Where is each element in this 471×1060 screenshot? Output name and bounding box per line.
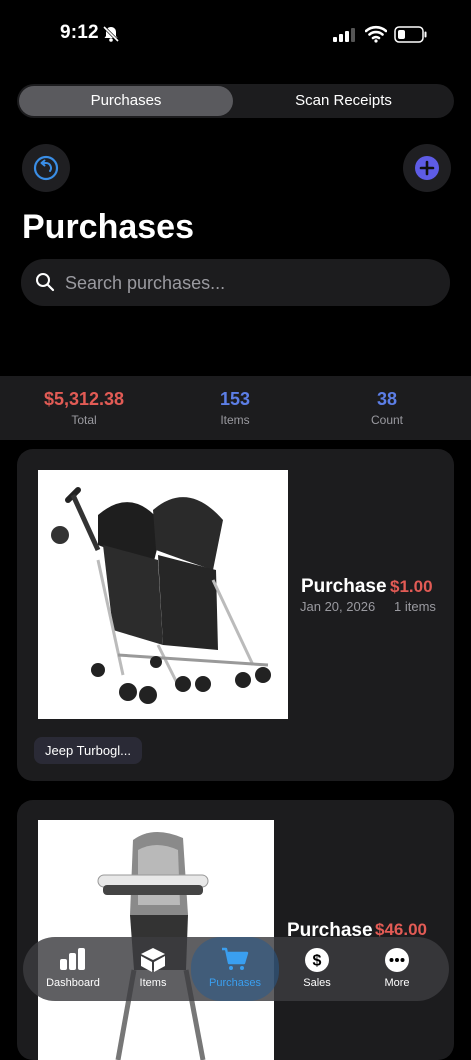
double-stroller-image: [38, 470, 288, 719]
status-time: 9:12: [60, 22, 99, 43]
stat-count: 38 Count: [307, 388, 467, 428]
tab-more-label: More: [384, 977, 410, 989]
tab-items-label: Items: [139, 977, 167, 989]
count-label: Count: [370, 413, 404, 427]
bell-slash-icon: [102, 25, 120, 43]
summary-bar: $5,312.38 Total 153 Items 38 Count: [0, 376, 471, 440]
tab-dashboard-label: Dashboard: [46, 977, 100, 989]
wifi-icon: [365, 25, 387, 43]
page-title: Purchases: [22, 208, 194, 246]
count-value: 38: [376, 389, 398, 409]
purchase-date: Jan 20, 2026: [300, 599, 376, 614]
dollar-icon: $: [305, 948, 329, 972]
segmented-control: Purchases Scan Receipts: [17, 84, 454, 118]
purchase-image: [38, 470, 288, 719]
tab-scan-receipts[interactable]: Scan Receipts: [235, 86, 452, 116]
tab-purchases[interactable]: Purchases: [19, 86, 233, 116]
more-icon: [385, 948, 409, 972]
stat-total: $5,312.38 Total: [4, 388, 164, 428]
purchase-item-count: 1 items: [394, 599, 436, 614]
battery-icon: [394, 26, 427, 43]
tab-purchases-nav[interactable]: Purchases: [191, 937, 279, 1001]
svg-text:$: $: [313, 953, 322, 970]
items-label: Items: [220, 413, 250, 427]
add-purchase-button[interactable]: [403, 144, 451, 192]
search-input[interactable]: [63, 259, 437, 308]
stat-items: 153 Items: [155, 388, 315, 428]
plus-circle-icon: [415, 156, 439, 180]
purchase-card[interactable]: Purchase $1.00 Jan 20, 2026 1 items Jeep…: [17, 449, 454, 781]
tab-more[interactable]: More: [359, 937, 435, 1001]
item-tag[interactable]: Jeep Turbogl...: [34, 737, 142, 764]
search-icon: [36, 273, 55, 292]
bar-chart-icon: [60, 948, 85, 970]
cellular-signal-icon: [333, 28, 355, 42]
items-value: 153: [219, 389, 251, 409]
search-bar: [21, 259, 450, 308]
tab-sales[interactable]: $ Sales: [279, 937, 355, 1001]
tab-purchases-label: Purchases: [209, 977, 261, 989]
box-icon: [141, 948, 165, 972]
tab-sales-label: Sales: [303, 977, 331, 989]
purchase-card[interactable]: Purchase $46.00: [17, 800, 454, 1060]
undo-button[interactable]: [22, 144, 70, 192]
tab-bar: Dashboard Items Purchases $ Sales More: [23, 937, 449, 1001]
cart-icon: [222, 947, 249, 970]
purchase-title: Purchase: [301, 576, 387, 597]
total-value: $5,312.38: [43, 389, 125, 409]
total-label: Total: [71, 413, 97, 427]
purchase-price: $1.00: [390, 577, 433, 596]
tab-dashboard[interactable]: Dashboard: [35, 937, 111, 1001]
undo-icon: [33, 155, 59, 181]
tab-items[interactable]: Items: [115, 937, 191, 1001]
